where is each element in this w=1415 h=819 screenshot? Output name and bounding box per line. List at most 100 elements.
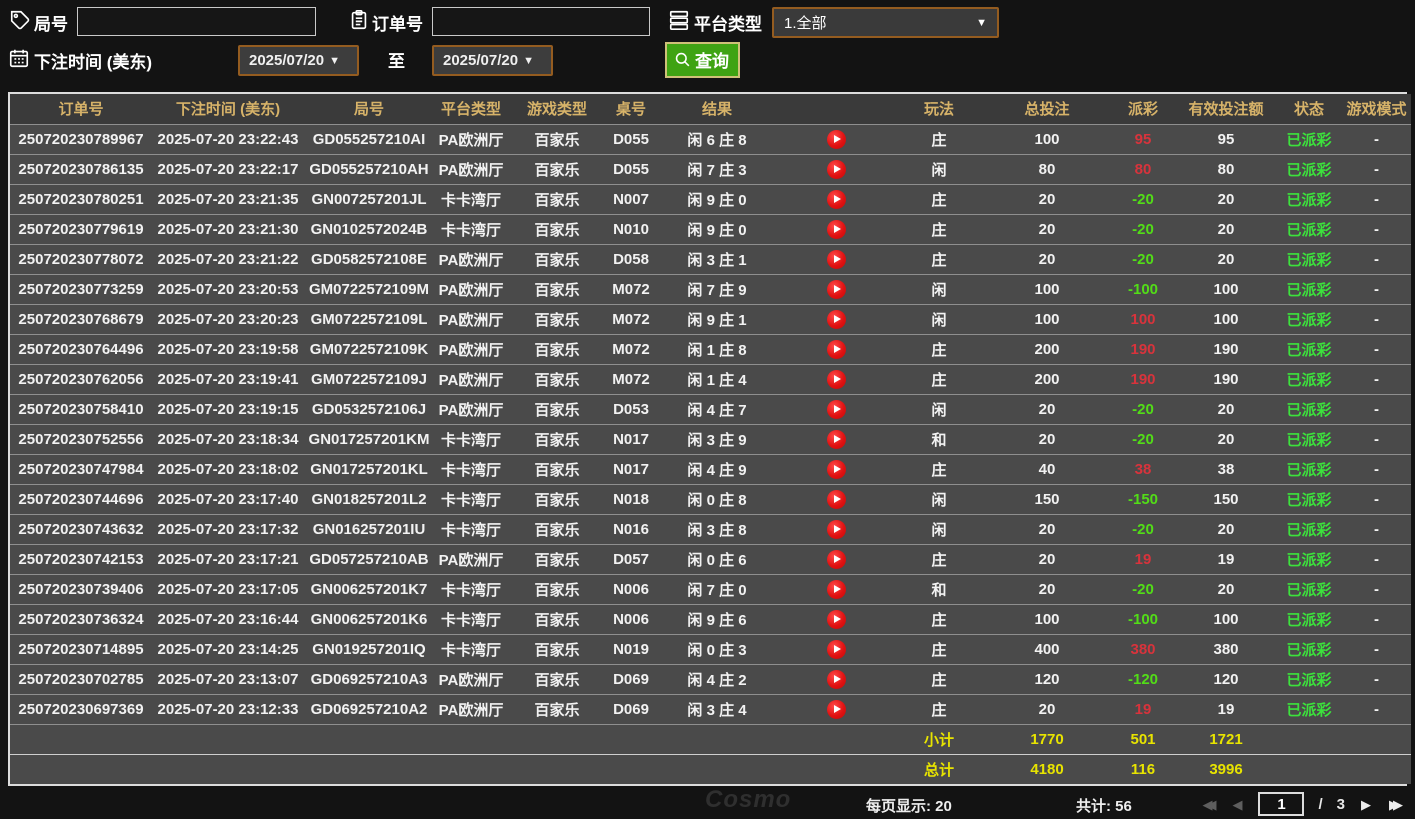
replay-button[interactable] <box>826 369 846 389</box>
cell-total-bet: 20 <box>984 694 1110 725</box>
column-header: 桌号 <box>606 94 656 125</box>
play-icon <box>833 555 841 563</box>
prev-page-button[interactable]: ◀ <box>1230 796 1244 813</box>
date-to-picker[interactable]: 2025/07/20 ▼ <box>432 45 553 76</box>
total-pages: 3 <box>1336 795 1345 813</box>
cell-table-no: D069 <box>606 694 656 725</box>
total-count-text: 共计: 56 <box>1076 798 1132 815</box>
order-no-input[interactable] <box>432 7 650 36</box>
replay-button[interactable] <box>826 609 846 629</box>
grand-total-payout: 116 <box>1110 754 1176 784</box>
column-header: 总投注 <box>984 94 1110 125</box>
cell-table-no: D058 <box>606 244 656 275</box>
replay-button[interactable] <box>826 549 846 569</box>
next-page-button[interactable]: ▶ <box>1359 796 1373 813</box>
replay-button[interactable] <box>826 459 846 479</box>
column-header: 结果 <box>656 94 778 125</box>
play-icon <box>833 165 841 173</box>
replay-button[interactable] <box>826 309 846 329</box>
cell-table-no: N007 <box>606 184 656 215</box>
cell-table-no: N019 <box>606 634 656 665</box>
replay-button[interactable] <box>826 129 846 149</box>
cell-payout: 100 <box>1110 304 1176 335</box>
cell-result: 闲 0 庄 6 <box>656 544 778 575</box>
cell-total-bet: 80 <box>984 154 1110 185</box>
cell-total-bet: 100 <box>984 604 1110 635</box>
cell-game-type: 百家乐 <box>508 694 606 725</box>
cell-order-no: 250720230702785 <box>10 664 152 695</box>
cell-replay <box>778 334 894 365</box>
cell-game-type: 百家乐 <box>508 514 606 545</box>
cell-platform: PA欧洲厅 <box>434 394 508 425</box>
replay-button[interactable] <box>826 489 846 509</box>
cell-status: 已派彩 <box>1276 244 1342 275</box>
cell-game-no: GN017257201KL <box>304 454 434 485</box>
cell-status: 已派彩 <box>1276 544 1342 575</box>
replay-button[interactable] <box>826 579 846 599</box>
replay-button[interactable] <box>826 429 846 449</box>
cell-valid-bet: 100 <box>1176 604 1276 635</box>
cell-platform: PA欧洲厅 <box>434 544 508 575</box>
cell-replay <box>778 424 894 455</box>
cell-bet-type: 庄 <box>894 664 984 695</box>
cell-valid-bet: 20 <box>1176 424 1276 455</box>
date-from-picker[interactable]: 2025/07/20 ▼ <box>238 45 359 76</box>
replay-button[interactable] <box>826 189 846 209</box>
cell-status: 已派彩 <box>1276 574 1342 605</box>
date-to-value: 2025/07/20 <box>443 52 519 69</box>
first-page-button[interactable]: ◀◀ <box>1200 796 1216 813</box>
cell-game-mode: - <box>1342 214 1411 245</box>
cell-table-no: M072 <box>606 364 656 395</box>
search-button-label: 查询 <box>695 52 729 71</box>
cell-status: 已派彩 <box>1276 514 1342 545</box>
cell-game-no: GN006257201K7 <box>304 574 434 605</box>
cell-game-mode: - <box>1342 454 1411 485</box>
table-row: 250720230752556 2025-07-20 23:18:34 GN01… <box>10 424 1411 455</box>
cell-bet-time: 2025-07-20 23:17:05 <box>152 574 304 605</box>
cell-game-type: 百家乐 <box>508 304 606 335</box>
cell-status: 已派彩 <box>1276 424 1342 455</box>
cell-valid-bet: 190 <box>1176 364 1276 395</box>
replay-button[interactable] <box>826 639 846 659</box>
cell-valid-bet: 100 <box>1176 304 1276 335</box>
cell-game-no: GD069257210A2 <box>304 694 434 725</box>
cell-platform: PA欧洲厅 <box>434 334 508 365</box>
cell-valid-bet: 120 <box>1176 664 1276 695</box>
grand-total-valid-bet: 3996 <box>1176 754 1276 784</box>
cell-game-no: GD069257210A3 <box>304 664 434 695</box>
subtotal-payout: 501 <box>1110 724 1176 755</box>
play-icon <box>833 225 841 233</box>
cell-status: 已派彩 <box>1276 604 1342 635</box>
last-page-button[interactable]: ▶▶ <box>1387 796 1403 813</box>
page-number-input[interactable] <box>1258 792 1305 816</box>
cell-status: 已派彩 <box>1276 364 1342 395</box>
replay-button[interactable] <box>826 159 846 179</box>
cell-payout: -100 <box>1110 274 1176 305</box>
replay-button[interactable] <box>826 279 846 299</box>
cell-table-no: M072 <box>606 304 656 335</box>
cell-game-type: 百家乐 <box>508 184 606 215</box>
cell-payout: 190 <box>1110 334 1176 365</box>
cell-game-type: 百家乐 <box>508 634 606 665</box>
replay-button[interactable] <box>826 699 846 719</box>
replay-button[interactable] <box>826 399 846 419</box>
cell-result: 闲 3 庄 4 <box>656 694 778 725</box>
replay-button[interactable] <box>826 219 846 239</box>
cell-order-no: 250720230697369 <box>10 694 152 725</box>
replay-button[interactable] <box>826 339 846 359</box>
search-button[interactable]: 查询 <box>665 42 740 78</box>
cell-game-mode: - <box>1342 154 1411 185</box>
cell-game-type: 百家乐 <box>508 544 606 575</box>
game-no-input[interactable] <box>77 7 316 36</box>
platform-type-select[interactable]: 1.全部 ▼ <box>772 7 999 38</box>
play-icon <box>833 705 841 713</box>
cell-game-no: GD055257210AI <box>304 124 434 155</box>
replay-button[interactable] <box>826 249 846 269</box>
replay-button[interactable] <box>826 519 846 539</box>
play-icon <box>833 525 841 533</box>
cell-game-type: 百家乐 <box>508 394 606 425</box>
replay-button[interactable] <box>826 669 846 689</box>
cell-platform: PA欧洲厅 <box>434 364 508 395</box>
cell-game-mode: - <box>1342 424 1411 455</box>
cell-bet-time: 2025-07-20 23:21:22 <box>152 244 304 275</box>
